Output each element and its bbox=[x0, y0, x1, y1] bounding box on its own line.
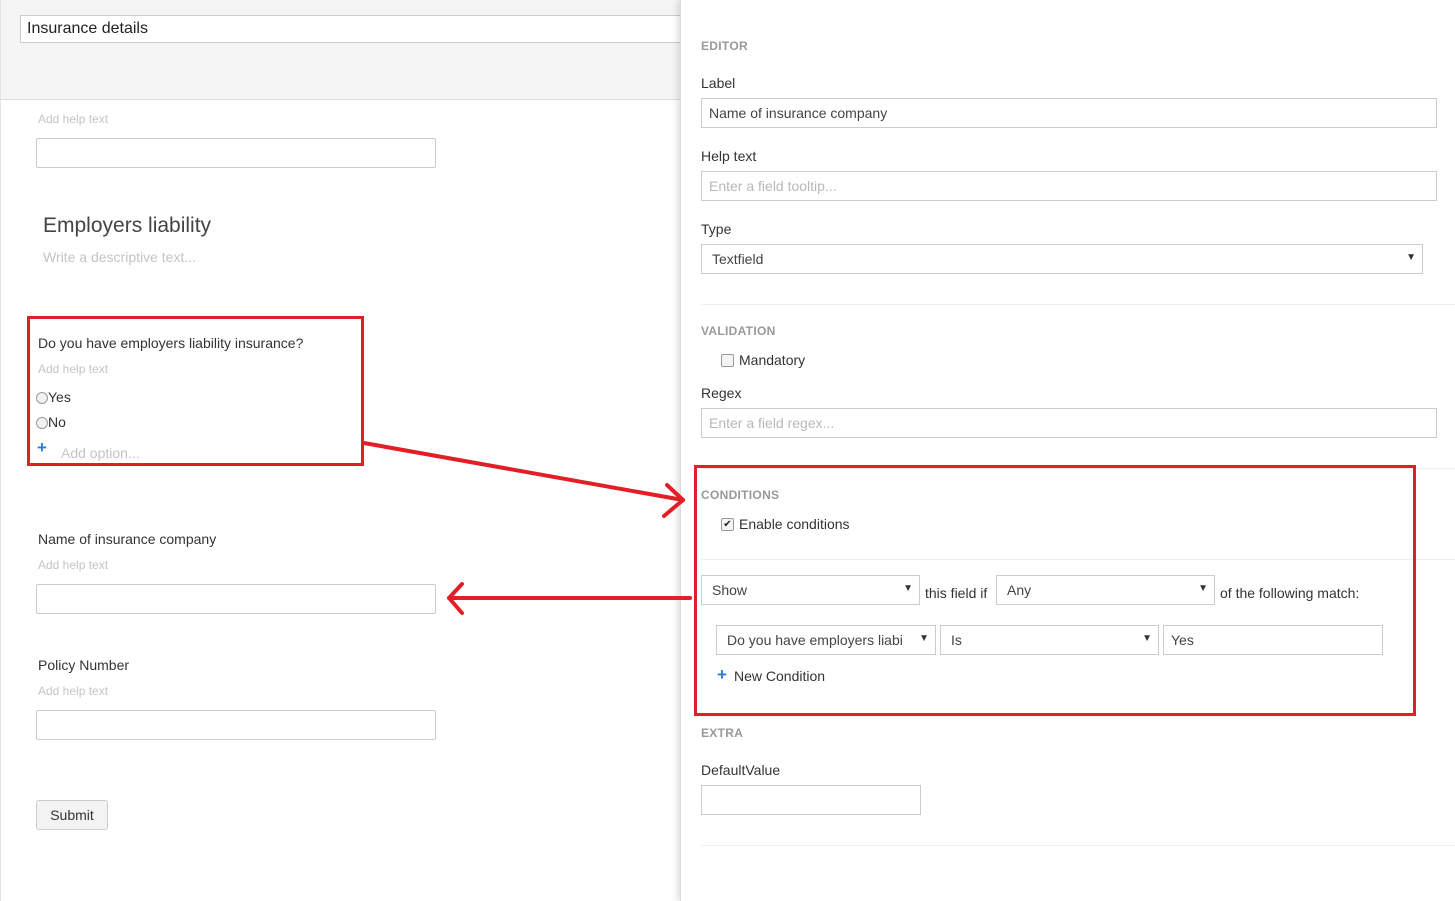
type-select-value: Textfield bbox=[712, 251, 764, 267]
mandatory-checkbox[interactable] bbox=[721, 354, 734, 367]
label-caption: Label bbox=[701, 75, 736, 91]
help-text-input[interactable]: Enter a field tooltip... bbox=[701, 171, 1437, 201]
field-label-insurance-company[interactable]: Name of insurance company bbox=[38, 531, 216, 547]
extra-section-title: EXTRA bbox=[701, 726, 744, 740]
section-heading[interactable]: Employers liability bbox=[43, 214, 211, 238]
field-editor-pane: EDITOR Label Name of insurance company H… bbox=[680, 0, 1455, 901]
default-value-input[interactable] bbox=[701, 785, 921, 815]
field-label-policy-number[interactable]: Policy Number bbox=[38, 657, 129, 673]
help-text-caption: Help text bbox=[701, 148, 757, 164]
help-text-placeholder[interactable]: Add help text bbox=[38, 558, 108, 572]
form-title-input[interactable]: Insurance details bbox=[20, 15, 681, 43]
section-description-placeholder[interactable]: Write a descriptive text... bbox=[43, 249, 196, 265]
help-text-placeholder[interactable]: Add help text bbox=[38, 684, 108, 698]
divider bbox=[701, 845, 1455, 846]
default-value-caption: DefaultValue bbox=[701, 762, 781, 778]
text-field-input[interactable] bbox=[36, 138, 436, 168]
help-text-placeholder[interactable]: Add help text bbox=[38, 112, 108, 126]
annotation-highlight-question bbox=[27, 316, 364, 466]
editor-section-title: EDITOR bbox=[701, 39, 748, 53]
divider bbox=[701, 304, 1455, 305]
insurance-company-input[interactable] bbox=[36, 584, 436, 614]
regex-input[interactable]: Enter a field regex... bbox=[701, 408, 1437, 438]
validation-section-title: VALIDATION bbox=[701, 324, 776, 338]
policy-number-input[interactable] bbox=[36, 710, 436, 740]
annotation-highlight-conditions bbox=[694, 465, 1416, 716]
submit-button[interactable]: Submit bbox=[36, 800, 108, 830]
regex-caption: Regex bbox=[701, 385, 742, 401]
form-header: Insurance details bbox=[1, 0, 681, 100]
mandatory-label[interactable]: Mandatory bbox=[739, 352, 805, 368]
type-caption: Type bbox=[701, 221, 732, 237]
type-select[interactable]: Textfield ▼ bbox=[701, 244, 1423, 274]
label-input[interactable]: Name of insurance company bbox=[701, 98, 1437, 128]
chevron-down-icon: ▼ bbox=[1406, 252, 1416, 263]
